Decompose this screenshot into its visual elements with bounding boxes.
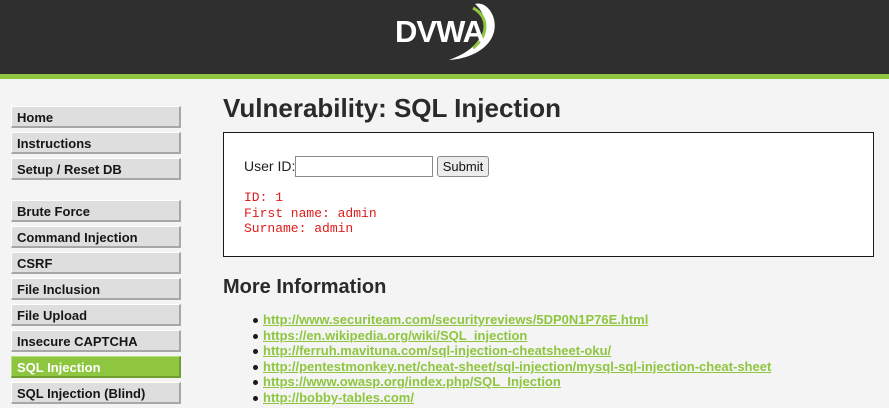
more-information-heading: More Information — [223, 276, 387, 298]
result-first-name-line: First name: admin — [244, 205, 377, 221]
header-bar: DVWA — [0, 0, 889, 74]
sidebar-vulnerability-menu: Brute Force Command Injection CSRF File … — [11, 200, 181, 408]
sidebar-item-instructions[interactable]: Instructions — [11, 132, 181, 154]
sidebar-item-file-inclusion[interactable]: File Inclusion — [11, 278, 181, 300]
list-item: http://ferruh.mavituna.com/sql-injection… — [223, 343, 771, 359]
sidebar-item-home[interactable]: Home — [11, 106, 181, 128]
user-id-input[interactable] — [295, 156, 433, 177]
list-item: https://www.owasp.org/index.php/SQL_Inje… — [223, 374, 771, 390]
header-accent-stripe — [0, 74, 889, 79]
user-id-label: User ID: — [244, 158, 296, 174]
sidebar-item-command-injection[interactable]: Command Injection — [11, 226, 181, 248]
reference-link-securiteam[interactable]: http://www.securiteam.com/securityreview… — [263, 312, 648, 327]
page-title: Vulnerability: SQL Injection — [223, 93, 562, 123]
reference-link-ferruh[interactable]: http://ferruh.mavituna.com/sql-injection… — [263, 343, 611, 358]
sidebar-item-sql-injection-blind[interactable]: SQL Injection (Blind) — [11, 382, 181, 404]
sidebar-item-setup-reset-db[interactable]: Setup / Reset DB — [11, 158, 181, 180]
reference-link-bobby-tables[interactable]: http://bobby-tables.com/ — [263, 390, 414, 405]
sidebar-item-csrf[interactable]: CSRF — [11, 252, 181, 274]
sidebar-main-menu: Home Instructions Setup / Reset DB — [11, 106, 181, 184]
logo-text: DVWA — [395, 14, 485, 49]
submit-button[interactable]: Submit — [437, 156, 489, 177]
reference-link-pentestmonkey[interactable]: http://pentestmonkey.net/cheat-sheet/sql… — [263, 359, 771, 374]
result-id-line: ID: 1 — [244, 190, 284, 205]
reference-link-owasp[interactable]: https://www.owasp.org/index.php/SQL_Inje… — [263, 374, 561, 389]
sidebar-item-file-upload[interactable]: File Upload — [11, 304, 181, 326]
list-item: https://en.wikipedia.org/wiki/SQL_inject… — [223, 328, 771, 344]
more-information-links: http://www.securiteam.com/securityreview… — [223, 312, 771, 406]
sidebar-item-insecure-captcha[interactable]: Insecure CAPTCHA — [11, 330, 181, 352]
sidebar-item-brute-force[interactable]: Brute Force — [11, 200, 181, 222]
reference-link-wikipedia[interactable]: https://en.wikipedia.org/wiki/SQL_inject… — [263, 328, 527, 343]
vulnerability-form-box: User ID: Submit ID: 1 First name: admin … — [223, 132, 874, 257]
list-item: http://pentestmonkey.net/cheat-sheet/sql… — [223, 359, 771, 375]
dvwa-logo[interactable]: DVWA — [389, 2, 501, 64]
result-surname-line: Surname: admin — [244, 221, 354, 236]
query-result: ID: 1 First name: admin Surname: admin — [244, 190, 377, 237]
list-item: http://bobby-tables.com/ — [223, 390, 771, 406]
list-item: http://www.securiteam.com/securityreview… — [223, 312, 771, 328]
sidebar-item-sql-injection[interactable]: SQL Injection — [11, 356, 181, 378]
